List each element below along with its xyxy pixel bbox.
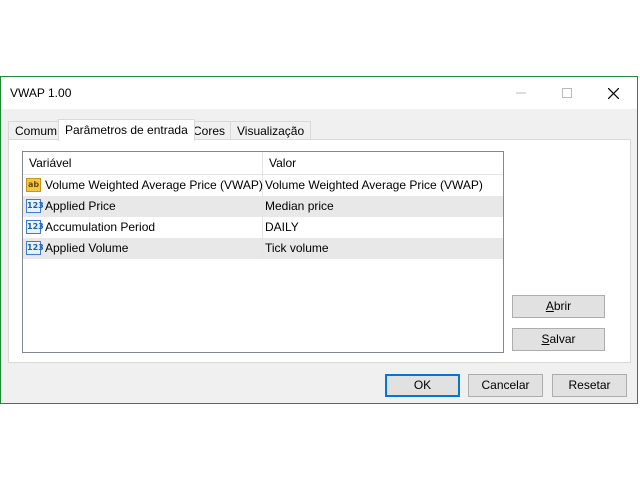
table-row[interactable]: 123Accumulation Period DAILY xyxy=(23,217,503,238)
string-type-icon: ab xyxy=(26,177,41,192)
value-cell[interactable]: DAILY xyxy=(263,217,503,238)
close-button[interactable] xyxy=(590,77,636,109)
variable-cell: ab Volume Weighted Average Price (VWAP) xyxy=(23,175,263,196)
reset-button[interactable]: Resetar xyxy=(552,374,627,397)
variable-name: Applied Volume xyxy=(45,241,129,255)
save-button[interactable]: Salvar xyxy=(512,328,605,351)
numeric-type-icon: 123 xyxy=(26,219,44,234)
grid-header: Variável Valor xyxy=(23,152,503,175)
column-header-variavel[interactable]: Variável xyxy=(23,152,263,174)
title-bar[interactable]: VWAP 1.00 xyxy=(1,77,637,109)
maximize-icon xyxy=(562,88,572,98)
variable-name: Applied Price xyxy=(45,199,116,213)
cancel-button[interactable]: Cancelar xyxy=(468,374,543,397)
parameters-grid: Variável Valor ab Volume Weighted Average… xyxy=(22,151,504,353)
tab-panel-parametros: Variável Valor ab Volume Weighted Average… xyxy=(8,139,631,363)
numeric-type-icon: 123 xyxy=(26,240,44,255)
open-button[interactable]: Abrir xyxy=(512,295,605,318)
variable-cell: 123Accumulation Period xyxy=(23,217,263,238)
column-header-valor[interactable]: Valor xyxy=(263,152,503,174)
window-title: VWAP 1.00 xyxy=(10,86,72,100)
maximize-button[interactable] xyxy=(544,77,590,109)
numeric-type-icon: 123 xyxy=(26,198,44,213)
value-cell[interactable]: Median price xyxy=(263,196,503,217)
ok-button[interactable]: OK xyxy=(385,374,460,397)
minimize-icon xyxy=(516,92,526,94)
minimize-button[interactable] xyxy=(498,77,544,109)
tab-parametros-de-entrada[interactable]: Parâmetros de entrada xyxy=(58,119,195,141)
variable-cell: 123Applied Price xyxy=(23,196,263,217)
value-cell[interactable]: Tick volume xyxy=(263,238,503,259)
value-cell[interactable]: Volume Weighted Average Price (VWAP) xyxy=(263,175,503,196)
tab-visualizacao[interactable]: Visualização xyxy=(230,121,312,139)
table-row[interactable]: ab Volume Weighted Average Price (VWAP) V… xyxy=(23,175,503,196)
variable-name: Accumulation Period xyxy=(45,220,156,234)
variable-cell: 123Applied Volume xyxy=(23,238,263,259)
variable-name: Volume Weighted Average Price (VWAP) xyxy=(45,178,263,192)
table-row[interactable]: 123Applied Volume Tick volume xyxy=(23,238,503,259)
table-row[interactable]: 123Applied Price Median price xyxy=(23,196,503,217)
dialog-window: VWAP 1.00 Comum Parâmetros de entrada Co… xyxy=(0,76,638,404)
close-icon xyxy=(607,87,619,99)
tab-comum[interactable]: Comum xyxy=(8,121,65,139)
